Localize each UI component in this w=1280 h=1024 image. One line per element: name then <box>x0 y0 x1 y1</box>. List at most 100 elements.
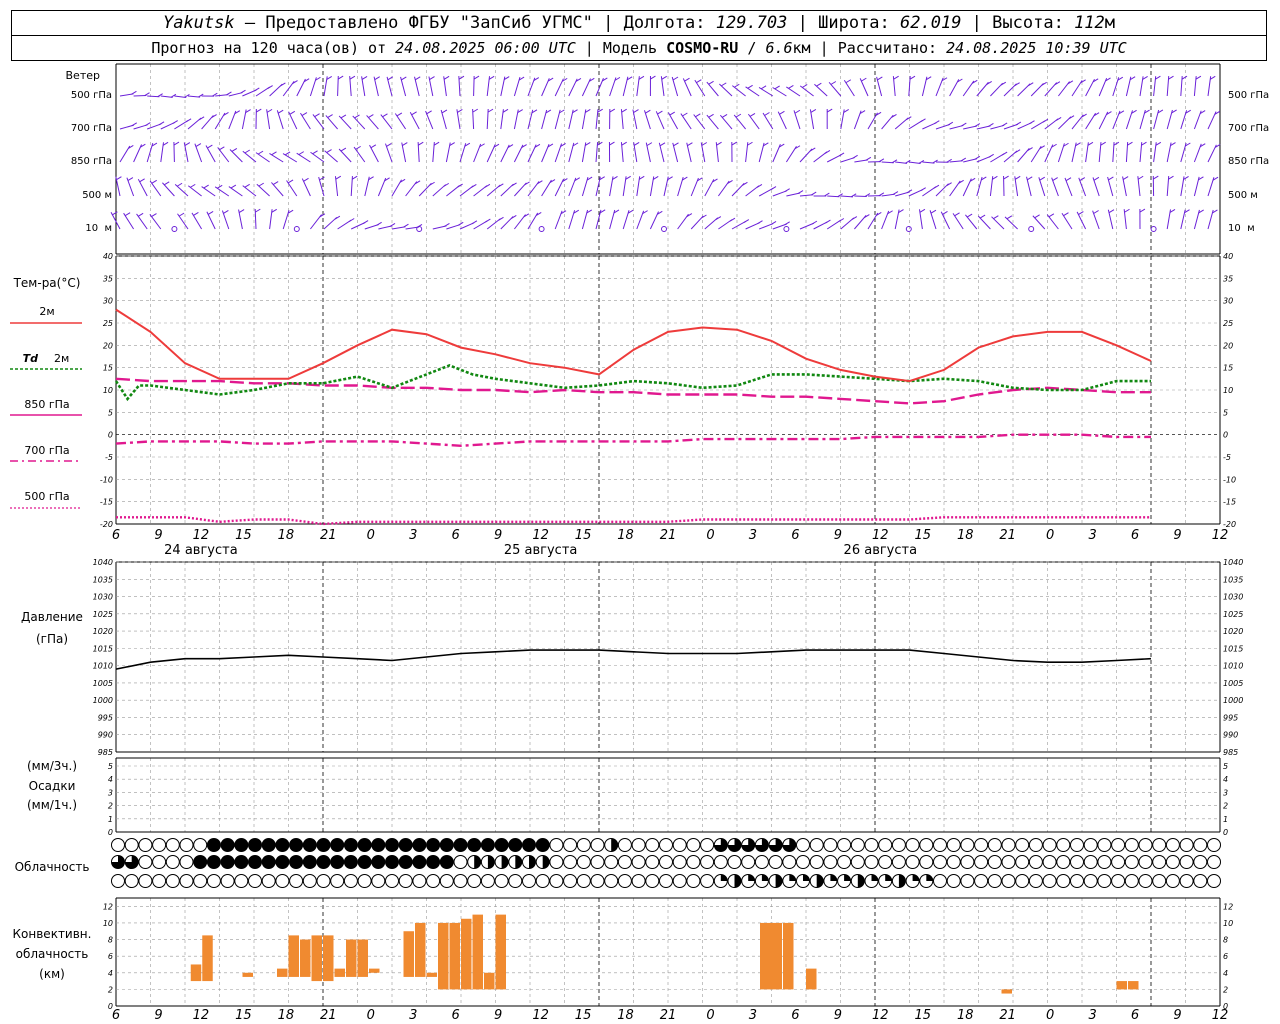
wind-barb-feather <box>195 143 202 147</box>
cloud-cover-icon <box>371 874 386 888</box>
cloud-cover-icon <box>590 838 605 852</box>
wind-barb-feather <box>244 183 250 188</box>
cloud-cover-icon <box>672 874 687 888</box>
wind-barb-feather <box>289 110 296 115</box>
conv-cloud-bar <box>300 939 311 977</box>
wind-level-850hpa-right: 850 гПа <box>1228 156 1269 167</box>
cloud-cover-icon <box>138 838 153 852</box>
conv-cloud-bar <box>484 972 495 990</box>
cloud-cover-icon <box>1165 874 1180 888</box>
cloud-cover-icon <box>974 874 989 888</box>
cloud-fill <box>885 874 892 881</box>
cloud-cover-icon <box>700 838 715 852</box>
x-tick-label: 9 <box>494 528 502 543</box>
conv-cloud-bar <box>288 935 299 977</box>
cloud-fill <box>330 855 344 869</box>
wind-calm-icon <box>1028 226 1035 232</box>
cloud-cover-icon <box>453 855 468 869</box>
cloud-fill <box>330 838 344 852</box>
wind-barb-feather <box>340 147 347 152</box>
cloud-cover-icon <box>946 855 961 869</box>
wind-barb-feather <box>203 184 209 189</box>
wind-barb-feather <box>1137 175 1144 180</box>
cloud-cover-icon <box>617 874 632 888</box>
wind-barb-feather <box>696 79 702 84</box>
wind-barb-feather <box>411 111 417 116</box>
wind-barb-feather <box>661 75 668 80</box>
wind-barb-feather <box>312 150 318 155</box>
cloud-cover-icon <box>576 874 591 888</box>
cloud-cover-icon <box>823 855 838 869</box>
x-tick-label: 0 <box>706 528 714 543</box>
wind-barb-feather <box>633 109 639 113</box>
legend-t700-label: 700 гПа <box>24 444 69 457</box>
wind-calm-icon <box>1150 226 1157 232</box>
cloud-cover-icon <box>727 855 742 869</box>
x-tick-label: 3 <box>1088 1008 1096 1023</box>
wind-level-700hpa: 700 гПа <box>71 123 112 134</box>
cloud-cover-icon <box>659 838 673 852</box>
wind-barb-feather <box>757 220 763 225</box>
cloud-cover-icon <box>919 855 934 869</box>
y-tick-label: 0 <box>108 828 113 837</box>
y-tick-label: 1025 <box>93 610 113 619</box>
cloud-fill <box>542 855 550 869</box>
x-tick-label: 3 <box>1088 528 1096 543</box>
legend-t850-label: 850 гПа <box>24 398 69 411</box>
cloud-fill <box>803 874 810 881</box>
cloud-fill <box>487 855 495 869</box>
cloud-fill <box>522 838 536 852</box>
wind-barb-feather <box>1052 177 1058 181</box>
wind-barb-feather <box>961 122 967 127</box>
cloud-cover-icon <box>152 874 167 888</box>
cloud-cover-icon <box>1028 855 1043 869</box>
y-tick-label: 2 <box>108 802 113 811</box>
cloud-cover-icon <box>659 874 673 888</box>
cloud-fill <box>234 855 248 869</box>
wind-barb-feather <box>361 75 368 80</box>
wind-barb-feather <box>609 141 615 146</box>
cloud-cover-icon <box>453 874 468 888</box>
wind-barb-feather <box>919 208 926 213</box>
wind-barb-feather <box>403 223 409 228</box>
wind-barb-feather <box>621 108 627 113</box>
wind-level-10m: 10 м <box>85 223 112 234</box>
cloud-fill <box>467 838 481 852</box>
meteogram: Ветер 500 гПа 700 гПа 850 гПа 500 м 10 м… <box>10 63 1269 1023</box>
cloud-fill <box>303 855 317 869</box>
cloud-fill <box>275 855 289 869</box>
cloud-cover-icon <box>1056 874 1071 888</box>
cloud-cover-icon <box>1083 874 1098 888</box>
wind-barb-feather <box>954 212 960 217</box>
y-tick-label: 10 <box>103 386 113 395</box>
conv-cloud-bar <box>242 972 253 977</box>
y-tick-label-right: 40 <box>1223 252 1233 261</box>
wind-barb-feather <box>382 113 388 118</box>
wind-barb-feather <box>852 154 858 159</box>
wind-calm-icon <box>171 226 178 232</box>
wind-barb-feather <box>609 108 616 113</box>
cloud-cover-icon <box>111 838 125 852</box>
wind-barb-feather <box>238 209 245 213</box>
x-tick-label: 9 <box>834 528 842 543</box>
cloud-fill <box>207 855 221 869</box>
wind-barb-feather <box>172 120 178 124</box>
cloud-cover-icon <box>275 874 290 888</box>
convective-cloud-panel: 12 12 10 10 8 8 6 6 4 4 2 2 0 0 6 9 12 15 18 21 0 3 6 9 12 15 18 21… <box>103 897 1233 1023</box>
cloud-cover-icon <box>1015 874 1030 888</box>
cloud-cover-icon <box>713 855 728 869</box>
wind-calm-icon <box>783 226 790 232</box>
wind-calm-icon <box>416 226 423 232</box>
cloud-cover-icon <box>850 838 865 852</box>
wind-barb-feather <box>1014 149 1021 154</box>
conv-cloud-bar <box>311 935 322 982</box>
cloud-cover-icon <box>1152 874 1167 888</box>
wind-barb-feather <box>687 142 693 147</box>
wind-barb-feather <box>414 76 421 81</box>
cloud-cover-icon <box>412 874 427 888</box>
cloud-fill <box>303 838 317 852</box>
x-tick-label: 6 <box>1131 1008 1139 1023</box>
x-tick-label: 15 <box>235 1008 252 1023</box>
x-tick-label: 12 <box>1212 1008 1229 1023</box>
x-tick-label: 9 <box>834 1008 842 1023</box>
